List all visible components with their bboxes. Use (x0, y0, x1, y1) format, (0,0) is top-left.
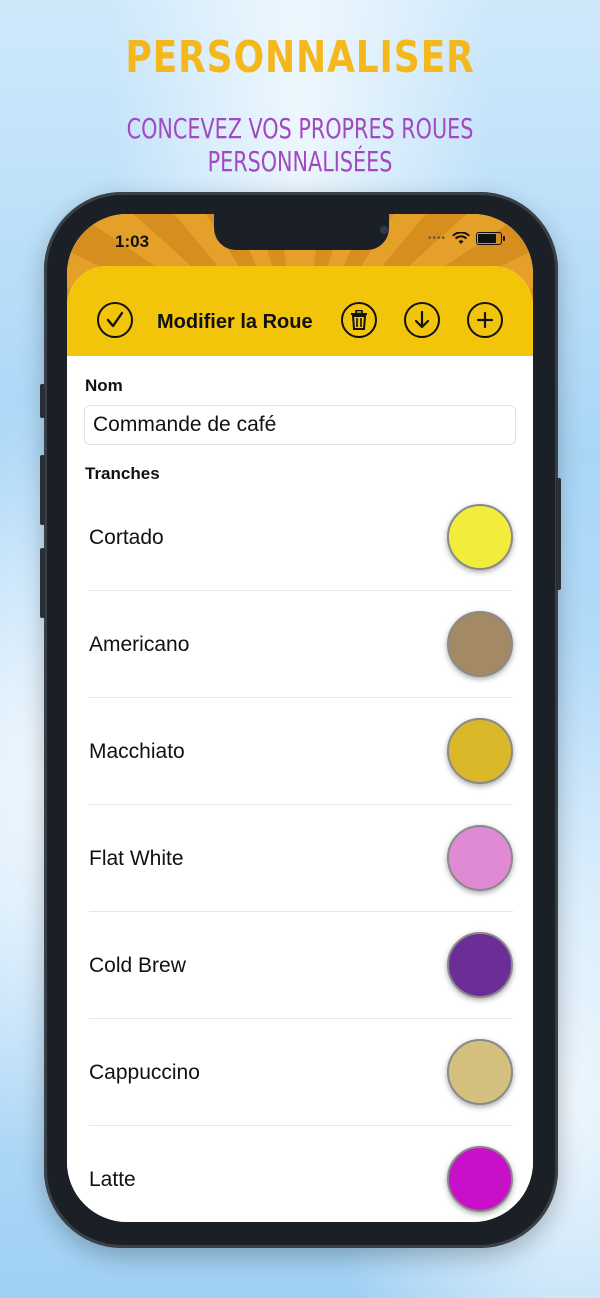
slice-name: Cold Brew (89, 954, 186, 977)
camera-icon (380, 226, 388, 234)
download-circle-icon[interactable] (404, 302, 440, 338)
battery-icon (476, 232, 502, 245)
toolbar: Modifier la Roue (67, 266, 533, 356)
slice-row[interactable]: Cortado (89, 484, 513, 591)
slice-row[interactable]: Cold Brew (89, 912, 513, 1019)
phone-volume-down-button (40, 548, 45, 618)
slice-row[interactable]: Latte (89, 1126, 513, 1222)
slice-name: Cortado (89, 526, 164, 549)
phone-power-button (556, 478, 561, 590)
slice-color-swatch[interactable] (447, 611, 513, 677)
slice-color-swatch[interactable] (447, 825, 513, 891)
name-label: Nom (85, 376, 123, 395)
slice-row[interactable]: Macchiato (89, 698, 513, 805)
marketing-headline: PERSONNALISER (125, 32, 475, 83)
slice-row[interactable]: Cappuccino (89, 1019, 513, 1126)
slice-row[interactable]: Americano (89, 591, 513, 698)
slice-name: Cappuccino (89, 1061, 200, 1084)
plus-circle-icon[interactable] (467, 302, 503, 338)
status-indicators: •••• (428, 232, 505, 245)
cellular-signal-icon: •••• (427, 233, 446, 244)
wheel-name-input[interactable] (84, 405, 516, 445)
slice-name: Americano (89, 633, 190, 656)
slice-color-swatch[interactable] (447, 1039, 513, 1105)
slice-color-swatch[interactable] (447, 932, 513, 998)
slices-label: Tranches (85, 464, 160, 483)
slice-name: Flat White (89, 847, 184, 870)
status-time: 1:03 (115, 232, 150, 251)
phone-volume-up-button (40, 455, 45, 525)
phone-screen: 1:03 •••• Modifier la Roue Nom Commande … (67, 214, 533, 1222)
trash-circle-icon[interactable] (341, 302, 377, 338)
wifi-icon (452, 232, 470, 244)
slice-name: Latte (89, 1168, 136, 1191)
notch (214, 214, 389, 250)
slice-name: Macchiato (89, 740, 185, 763)
slice-color-swatch[interactable] (447, 1146, 513, 1212)
slice-color-swatch[interactable] (447, 718, 513, 784)
edit-wheel-panel: Modifier la Roue Nom Tranches Corta (67, 266, 533, 1222)
slice-color-swatch[interactable] (447, 504, 513, 570)
marketing-subhead: CONCEVEZ VOS PROPRES ROUES PERSONNALISÉE… (126, 112, 474, 178)
battery-tip (503, 236, 505, 241)
phone-mute-switch (40, 384, 45, 418)
toolbar-title: Modifier la Roue (157, 311, 313, 333)
slice-row[interactable]: Flat White (89, 805, 513, 912)
checkmark-circle-icon[interactable] (97, 302, 133, 338)
